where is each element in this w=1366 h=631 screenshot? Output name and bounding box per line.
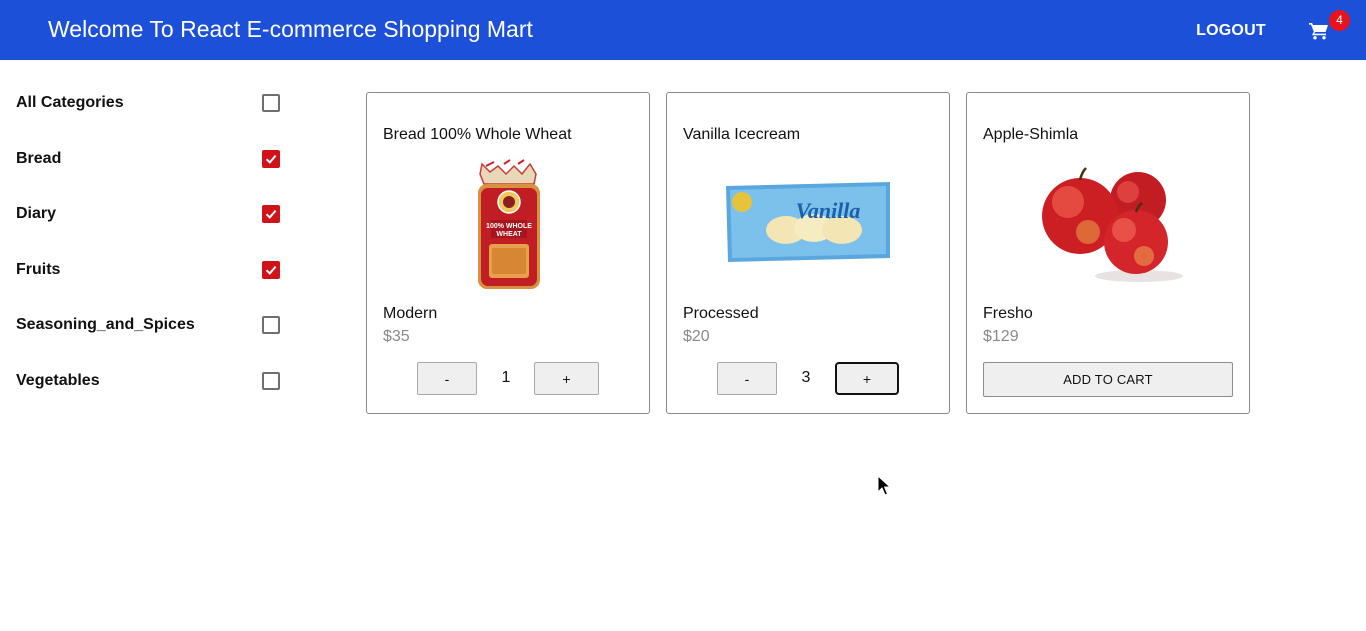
category-row-bread[interactable]: Bread bbox=[16, 148, 286, 178]
check-icon bbox=[265, 154, 277, 164]
product-name: Bread 100% Whole Wheat bbox=[383, 126, 572, 143]
category-row-all[interactable]: All Categories bbox=[16, 92, 286, 122]
category-label: Seasoning_and_Spices bbox=[16, 316, 195, 333]
app-title: Welcome To React E-commerce Shopping Mar… bbox=[48, 16, 533, 42]
category-label: Vegetables bbox=[16, 372, 100, 389]
svg-text:100% WHOLE: 100% WHOLE bbox=[486, 223, 532, 230]
vanilla-icecream-pack-image: Vanilla bbox=[724, 158, 894, 293]
quantity-value: 3 bbox=[801, 369, 811, 386]
product-name: Vanilla Icecream bbox=[683, 126, 801, 143]
svg-text:WHEAT: WHEAT bbox=[496, 231, 522, 238]
decrease-quantity-button[interactable]: - bbox=[717, 362, 777, 395]
product-card: Vanilla Icecream Vanilla Processed $20 -… bbox=[666, 92, 950, 414]
category-row-fruits[interactable]: Fruits bbox=[16, 259, 286, 289]
category-checkbox[interactable] bbox=[262, 94, 280, 112]
cart-icon bbox=[1309, 23, 1328, 40]
product-card: Apple-Shimla Fresho $129 ADD TO CART bbox=[966, 92, 1250, 414]
product-price: $20 bbox=[683, 328, 710, 345]
cart-count-badge: 4 bbox=[1329, 10, 1350, 31]
mouse-cursor-icon bbox=[877, 475, 891, 496]
product-price: $129 bbox=[983, 328, 1019, 345]
category-checkbox[interactable] bbox=[262, 372, 280, 390]
product-name: Apple-Shimla bbox=[983, 126, 1079, 143]
product-brand: Fresho bbox=[983, 305, 1033, 322]
increase-quantity-button[interactable]: + bbox=[835, 362, 899, 395]
category-checkbox[interactable] bbox=[262, 150, 280, 168]
check-icon bbox=[265, 209, 277, 219]
logout-button[interactable]: LOGOUT bbox=[1186, 14, 1276, 48]
icecream-pack-text: Vanilla bbox=[796, 198, 861, 223]
app-header: Welcome To React E-commerce Shopping Mar… bbox=[0, 0, 1366, 60]
category-label: Fruits bbox=[16, 261, 61, 278]
category-row-diary[interactable]: Diary bbox=[16, 203, 286, 233]
product-brand: Modern bbox=[383, 305, 438, 322]
category-row-seasoning[interactable]: Seasoning_and_Spices bbox=[16, 314, 286, 344]
category-label: All Categories bbox=[16, 94, 124, 111]
category-label: Diary bbox=[16, 205, 57, 222]
check-icon bbox=[265, 265, 277, 275]
red-apples-image bbox=[1024, 158, 1194, 293]
category-checkbox[interactable] bbox=[262, 205, 280, 223]
category-checkbox[interactable] bbox=[262, 261, 280, 279]
product-price: $35 bbox=[383, 328, 410, 345]
category-label: Bread bbox=[16, 150, 62, 167]
product-brand: Processed bbox=[683, 305, 759, 322]
category-row-vegetables[interactable]: Vegetables bbox=[16, 370, 286, 400]
category-filter-sidebar: All Categories Bread Diary Fruits Season… bbox=[0, 60, 340, 420]
decrease-quantity-button[interactable]: - bbox=[417, 362, 477, 395]
quantity-value: 1 bbox=[501, 369, 511, 386]
increase-quantity-button[interactable]: + bbox=[534, 362, 599, 395]
product-card: Bread 100% Whole Wheat 100% WHOLE WHEAT … bbox=[366, 92, 650, 414]
category-checkbox[interactable] bbox=[262, 316, 280, 334]
add-to-cart-button[interactable]: ADD TO CART bbox=[983, 362, 1233, 397]
bread-loaf-image: 100% WHOLE WHEAT bbox=[424, 158, 594, 293]
